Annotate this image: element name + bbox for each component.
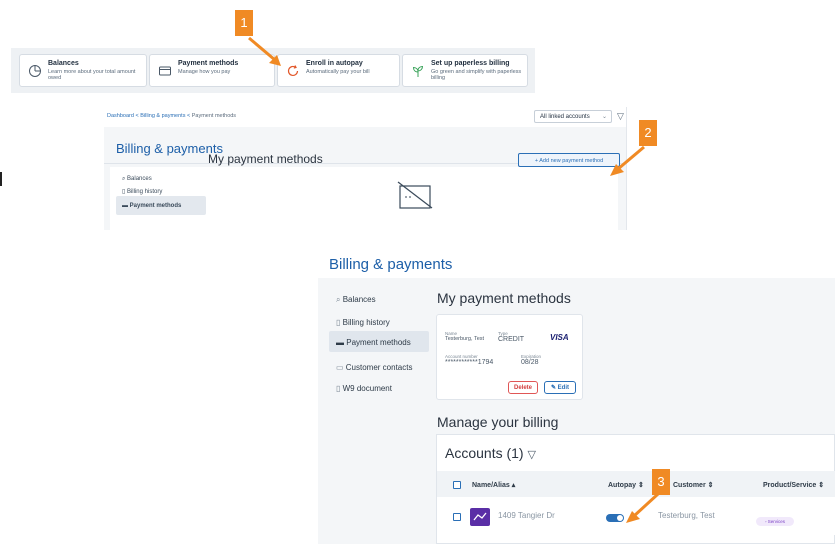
nav-label: W9 document [342, 384, 392, 393]
nav-label: Billing history [126, 189, 163, 195]
quick-link-balances[interactable]: Balances Learn more about your total amo… [19, 54, 147, 87]
sort-icon: ⇕ [637, 482, 644, 489]
card-icon [159, 66, 171, 76]
nav-item-customer-contacts[interactable]: ▭ Customer contacts [336, 363, 412, 372]
nav-label: Payment methods [129, 203, 182, 209]
breadcrumb-dashboard-link[interactable]: Dashboard [107, 113, 134, 119]
quick-link-subtitle: Automatically pay your bill [306, 69, 370, 75]
accounts-count: Accounts (1) [445, 445, 524, 461]
annotation-arrow-2 [610, 145, 645, 176]
column-label: Customer [673, 482, 706, 489]
quick-link-title: Enroll in autopay [306, 60, 363, 67]
annotation-arrow-1 [248, 36, 281, 66]
annotation-badge-1: 1 [235, 10, 253, 36]
edge-marker [0, 172, 2, 186]
nav-item-billing-history[interactable]: ▯ Billing history [336, 318, 390, 327]
breadcrumb-billing-link[interactable]: Billing & payments [140, 113, 185, 119]
card-type: CREDIT [498, 336, 525, 343]
autopay-icon [287, 65, 299, 77]
column-label: Product/Service [763, 482, 817, 489]
contact-card-icon: ▭ [336, 363, 346, 372]
page-title: Billing & payments [329, 256, 453, 273]
column-product[interactable]: Product/Service ⇕ [763, 481, 824, 489]
accounts-title: Accounts (1) ▽ [445, 445, 536, 461]
chevron-down-icon: ⌄ [601, 114, 607, 120]
payment-method-card: Name Testerburg, Test Type CREDIT VISA A… [436, 314, 583, 400]
column-label: Autopay [608, 482, 636, 489]
nav-label: Billing history [342, 318, 390, 327]
no-card-icon [397, 181, 433, 209]
nav-label: Balances [127, 176, 152, 182]
document-icon: ▯ [336, 318, 343, 327]
product-label: Services [767, 519, 786, 524]
nav-label: Payment methods [346, 338, 411, 347]
section-heading: My payment methods [208, 152, 323, 166]
column-autopay[interactable]: Autopay ⇕ [608, 481, 644, 489]
edit-button[interactable]: ✎ Edit [544, 381, 576, 394]
card-icon: ▬ [122, 203, 130, 209]
section-heading: My payment methods [437, 290, 571, 306]
sort-icon: ⇕ [707, 482, 714, 489]
leaf-icon [412, 65, 424, 77]
linked-accounts-value: All linked accounts [540, 114, 590, 120]
row-checkbox[interactable] [453, 513, 461, 521]
column-name[interactable]: Name/Alias ▴ [472, 481, 515, 489]
product-badge: ◦ Services [756, 517, 794, 526]
annotation-badge-2: 2 [639, 120, 657, 146]
edit-label: Edit [557, 385, 570, 391]
nav-item-payment-methods[interactable]: ▬ Payment methods [122, 203, 181, 209]
property-icon [470, 508, 490, 526]
filter-icon[interactable]: ▽ [527, 449, 535, 461]
breadcrumb-current: Payment methods [191, 113, 237, 119]
quick-link-enroll-autopay[interactable]: Enroll in autopay Automatically pay your… [277, 54, 400, 87]
select-all-checkbox[interactable] [453, 481, 461, 489]
quick-link-title: Payment methods [178, 60, 239, 67]
annotation-arrow-3 [626, 492, 660, 523]
nav-item-balances[interactable]: ⌕ Balances [336, 295, 376, 305]
quick-link-title: Balances [48, 60, 79, 67]
breadcrumb: Dashboard < Billing & payments < Payment… [107, 113, 236, 119]
filter-icon[interactable]: ▽ [617, 111, 624, 122]
column-label: Name/Alias [472, 482, 510, 489]
nav-item-billing-history[interactable]: ▯ Billing history [122, 188, 162, 195]
delete-button[interactable]: Delete [508, 381, 538, 394]
card-icon: ▬ [336, 338, 347, 347]
visa-logo: VISA [550, 333, 569, 342]
quick-link-paperless[interactable]: Set up paperless billing Go green and si… [402, 54, 528, 87]
customer-name: Testerburg, Test [658, 511, 715, 520]
nav-item-balances[interactable]: ⌕ Balances [122, 176, 152, 183]
search-icon: ⌕ [336, 295, 343, 304]
billing-panel-large: Billing & payments ⌕ Balances ▯ Billing … [318, 244, 835, 544]
nav-item-payment-methods[interactable]: ▬ Payment methods [336, 338, 411, 347]
expiration-date: 08/28 [521, 359, 539, 366]
nav-label: Balances [342, 295, 376, 304]
page-title: Billing & payments [116, 141, 223, 156]
billing-panel-small: Dashboard < Billing & payments < Payment… [104, 107, 627, 230]
pie-chart-icon [29, 65, 41, 77]
sort-icon: ⇕ [818, 482, 825, 489]
manage-billing-heading: Manage your billing [437, 414, 559, 430]
file-icon: ▯ [336, 384, 343, 393]
quick-link-subtitle: Manage how you pay [178, 69, 231, 75]
accounts-table: Accounts (1) ▽ Name/Alias ▴ Autopay ⇕ Cu… [436, 434, 835, 544]
breadcrumb-separator: < [186, 113, 191, 119]
account-name[interactable]: 1409 Tangier Dr [498, 511, 555, 520]
nav-label: Customer contacts [345, 363, 413, 372]
content-card: ⌕ Balances ▯ Billing history ▬ Payment m… [110, 152, 620, 230]
edit-icon: ✎ [550, 385, 558, 391]
cardholder-name: Testerburg, Test [445, 336, 485, 342]
quick-link-subtitle: Go green and simplify with paperless bil… [431, 69, 522, 81]
quick-link-title: Set up paperless billing [431, 60, 510, 67]
quick-link-subtitle: Learn more about your total amount owed [48, 69, 136, 81]
nav-item-w9-document[interactable]: ▯ W9 document [336, 384, 392, 393]
sort-up-icon: ▴ [511, 482, 516, 489]
account-number: ************1794 [445, 359, 494, 366]
linked-accounts-select[interactable]: All linked accounts ⌄ [534, 110, 612, 123]
column-customer[interactable]: Customer ⇕ [673, 481, 714, 489]
add-payment-method-button[interactable]: + Add new payment method [518, 153, 620, 167]
breadcrumb-separator: < [135, 113, 139, 119]
